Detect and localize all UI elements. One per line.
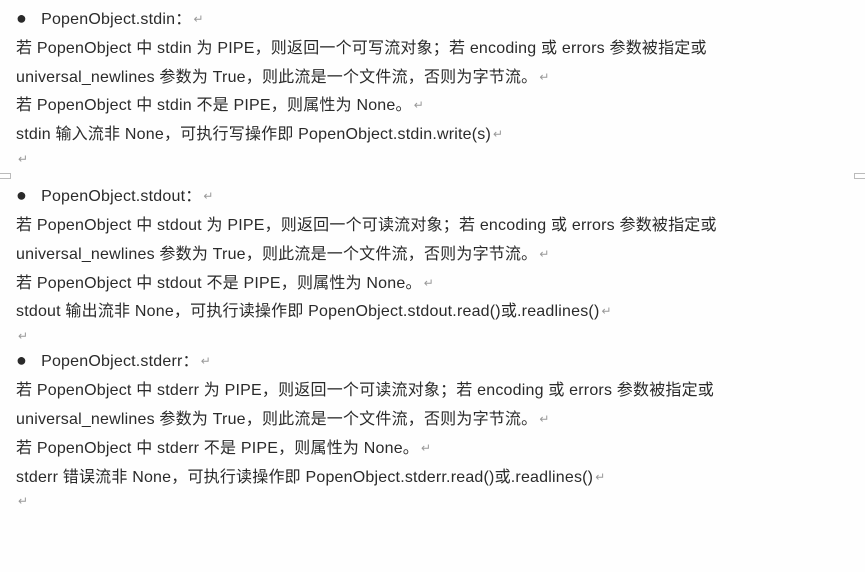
para-mark-icon: ↵	[421, 441, 431, 455]
para-stdin-2: 若 PopenObject 中 stdin 不是 PIPE，则属性为 None。	[16, 97, 412, 114]
para-mark-icon: ↵	[539, 70, 549, 84]
para-mark-icon: ↵	[539, 412, 549, 426]
para-mark-icon: ↵	[193, 12, 203, 26]
para-mark-icon: ↵	[203, 189, 213, 203]
heading-stdout: PopenObject.stdout：	[41, 188, 201, 205]
section-stdin: ● PopenObject.stdin：↵ 若 PopenObject 中 st…	[16, 4, 849, 150]
para-mark-icon: ↵	[201, 354, 211, 368]
para-stderr-2: 若 PopenObject 中 stderr 不是 PIPE，则属性为 None…	[16, 440, 419, 457]
para-mark-icon: ↵	[493, 127, 503, 141]
para-mark-icon: ↵	[18, 327, 849, 346]
heading-stderr: PopenObject.stderr：	[41, 353, 199, 370]
para-mark-icon: ↵	[18, 492, 849, 511]
section-stderr: ● PopenObject.stderr：↵ 若 PopenObject 中 s…	[16, 346, 849, 492]
para-mark-icon: ↵	[595, 470, 605, 484]
section-stdout: ● PopenObject.stdout：↵ 若 PopenObject 中 s…	[16, 181, 849, 327]
para-stdout-2: 若 PopenObject 中 stdout 不是 PIPE，则属性为 None…	[16, 275, 422, 292]
para-mark-icon: ↵	[18, 150, 849, 169]
para-stdout-1: 若 PopenObject 中 stdout 为 PIPE，则返回一个可读流对象…	[16, 217, 717, 263]
bullet-icon: ●	[16, 4, 27, 33]
para-stderr-1: 若 PopenObject 中 stderr 为 PIPE，则返回一个可读流对象…	[16, 382, 714, 428]
document-page: ● PopenObject.stdin：↵ 若 PopenObject 中 st…	[0, 0, 865, 516]
bullet-icon: ●	[16, 346, 27, 375]
page-break-marker	[16, 171, 849, 177]
para-stdin-3: stdin 输入流非 None，可执行写操作即 PopenObject.stdi…	[16, 126, 491, 143]
para-mark-icon: ↵	[424, 276, 434, 290]
para-mark-icon: ↵	[601, 304, 611, 318]
para-mark-icon: ↵	[414, 98, 424, 112]
bullet-icon: ●	[16, 181, 27, 210]
para-stderr-3: stderr 错误流非 None，可执行读操作即 PopenObject.std…	[16, 469, 593, 486]
para-stdout-3: stdout 输出流非 None，可执行读操作即 PopenObject.std…	[16, 303, 599, 320]
para-stdin-1: 若 PopenObject 中 stdin 为 PIPE，则返回一个可写流对象；…	[16, 40, 707, 86]
heading-stdin: PopenObject.stdin：	[41, 11, 191, 28]
para-mark-icon: ↵	[539, 247, 549, 261]
